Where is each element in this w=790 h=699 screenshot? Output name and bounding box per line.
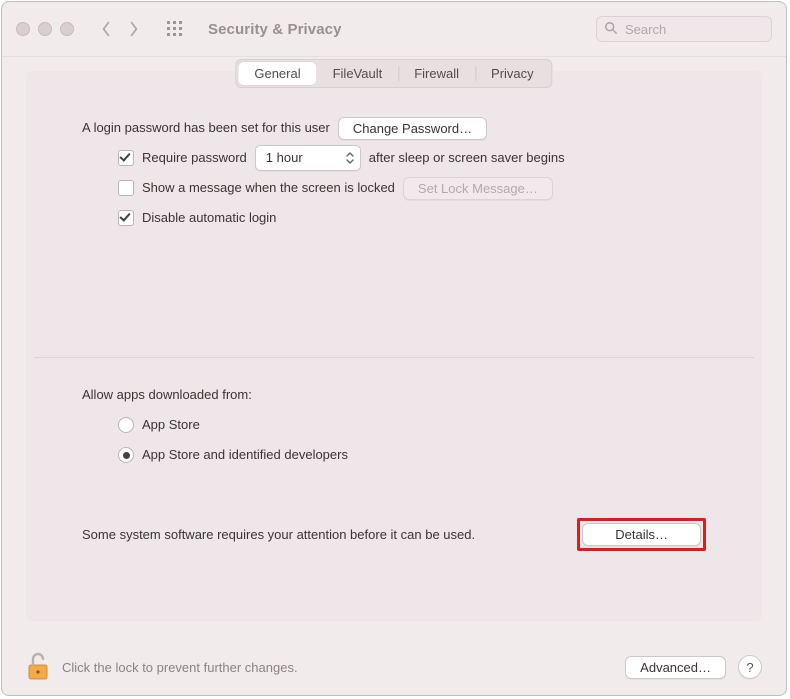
require-password-delay-select[interactable]: 1 hour [255, 145, 361, 171]
show-all-prefs-button[interactable] [160, 17, 190, 41]
window-title: Security & Privacy [208, 21, 342, 38]
lock-hint-text: Click the lock to prevent further change… [62, 660, 298, 675]
details-highlight: Details… [577, 518, 706, 551]
footer: Click the lock to prevent further change… [2, 639, 786, 695]
nav-back-button[interactable] [92, 17, 120, 41]
login-password-section: A login password has been set for this u… [26, 109, 762, 237]
chevron-left-icon [100, 21, 112, 37]
lock-button[interactable] [26, 651, 50, 684]
tab-filevault[interactable]: FileVault [317, 62, 399, 85]
minimize-window-button[interactable] [38, 22, 52, 36]
search-icon [604, 21, 618, 35]
show-lock-message-label: Show a message when the screen is locked [142, 178, 395, 198]
require-password-label: Require password [142, 148, 247, 168]
set-lock-message-button[interactable]: Set Lock Message… [403, 177, 553, 200]
advanced-button[interactable]: Advanced… [625, 656, 726, 679]
stepper-icon [346, 152, 354, 164]
search-field-wrap [596, 16, 772, 42]
chevron-right-icon [128, 21, 140, 37]
search-input[interactable] [596, 16, 772, 42]
tab-firewall[interactable]: Firewall [398, 62, 475, 85]
attention-text: Some system software requires your atten… [82, 525, 475, 545]
spacer [26, 237, 762, 337]
preferences-window: Security & Privacy General FileVault Fir… [1, 1, 787, 696]
disable-auto-login-label: Disable automatic login [142, 208, 276, 228]
login-password-text: A login password has been set for this u… [82, 118, 330, 138]
disable-auto-login-checkbox[interactable] [118, 210, 134, 226]
details-button[interactable]: Details… [582, 523, 701, 546]
close-window-button[interactable] [16, 22, 30, 36]
grid-icon [167, 21, 183, 37]
zoom-window-button[interactable] [60, 22, 74, 36]
tab-privacy[interactable]: Privacy [475, 62, 550, 85]
require-password-after-text: after sleep or screen saver begins [369, 148, 565, 168]
window-controls [16, 22, 74, 36]
tab-general[interactable]: General [238, 62, 316, 85]
toolbar: Security & Privacy [2, 2, 786, 57]
allow-apps-section: Allow apps downloaded from: App Store Ap… [26, 376, 762, 555]
allow-identified-label: App Store and identified developers [142, 445, 348, 465]
help-button[interactable]: ? [738, 655, 762, 679]
tab-bar: General FileVault Firewall Privacy [235, 59, 552, 88]
change-password-button[interactable]: Change Password… [338, 117, 487, 140]
allow-identified-radio[interactable] [118, 447, 134, 463]
require-password-delay-value: 1 hour [266, 150, 303, 165]
section-divider [34, 357, 754, 358]
allow-apps-heading: Allow apps downloaded from: [82, 385, 252, 405]
require-password-checkbox[interactable] [118, 150, 134, 166]
content-panel: General FileVault Firewall Privacy A log… [26, 71, 762, 621]
show-lock-message-checkbox[interactable] [118, 180, 134, 196]
allow-appstore-label: App Store [142, 415, 200, 435]
nav-forward-button[interactable] [120, 17, 148, 41]
allow-appstore-radio[interactable] [118, 417, 134, 433]
unlocked-lock-icon [26, 651, 50, 681]
